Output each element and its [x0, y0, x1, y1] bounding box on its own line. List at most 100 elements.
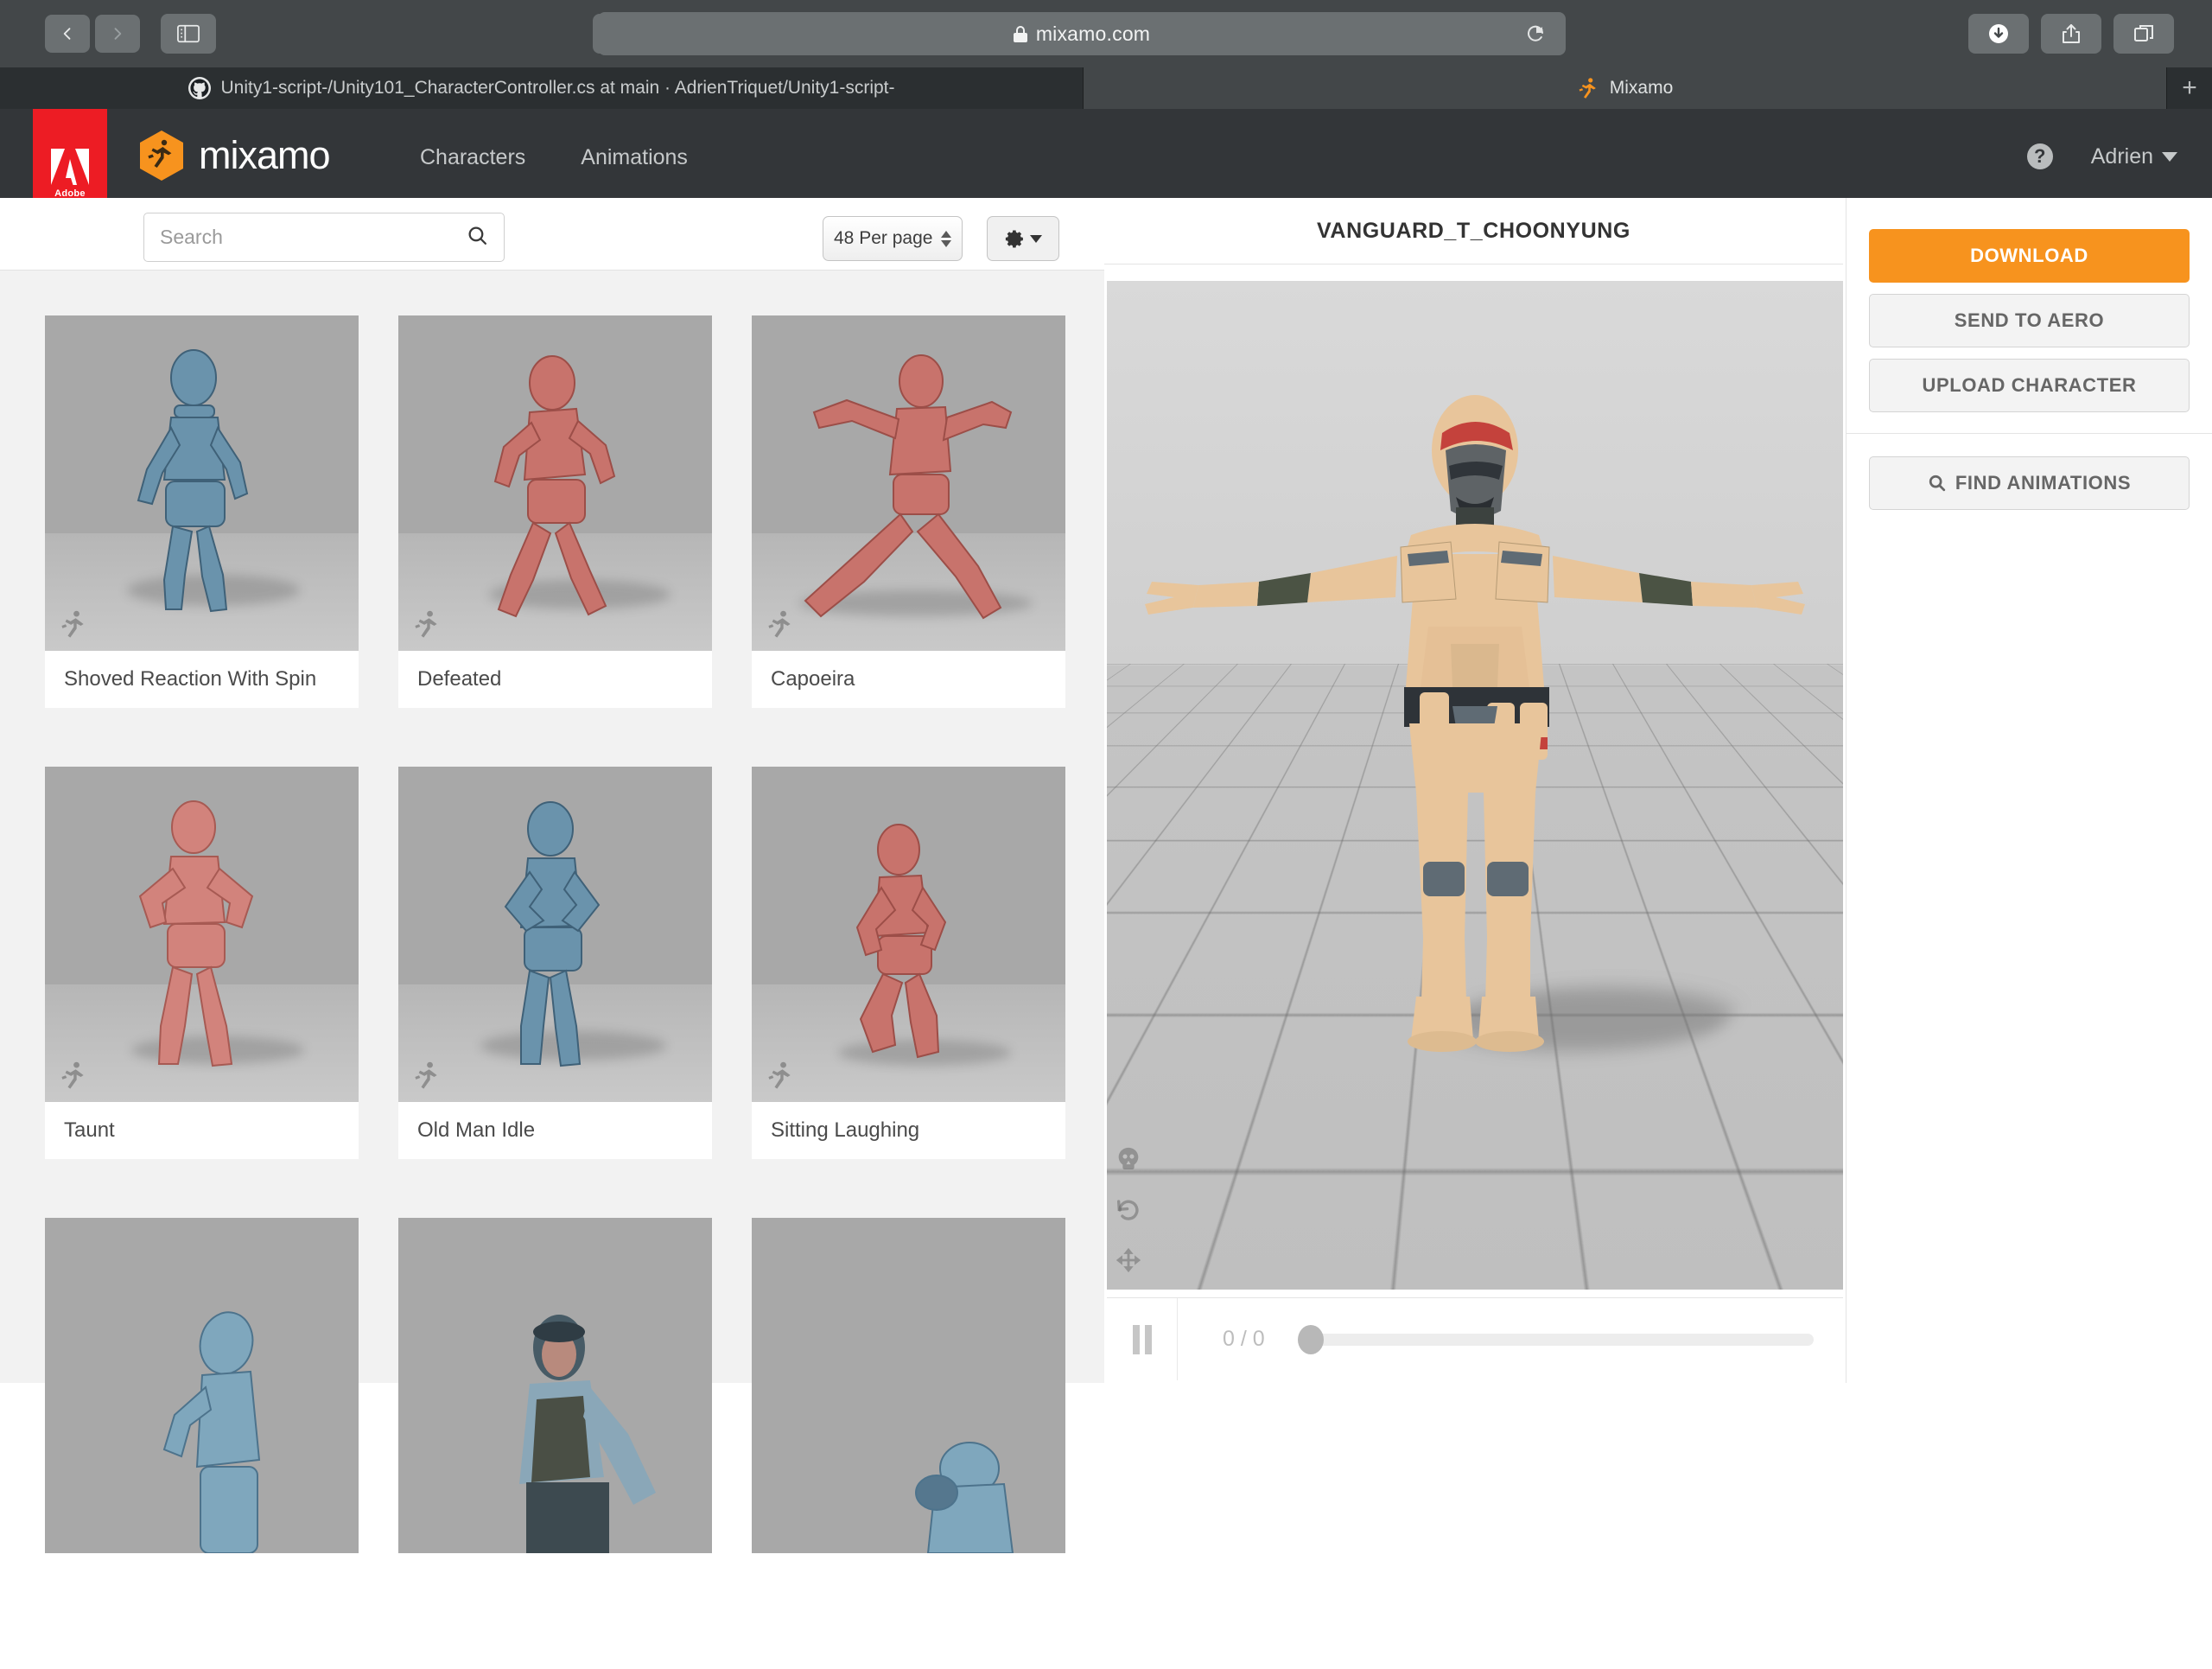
- pause-button[interactable]: [1107, 1298, 1178, 1380]
- help-icon[interactable]: ?: [2026, 143, 2053, 169]
- address-url: mixamo.com: [1035, 22, 1151, 45]
- mixamo-runner-icon: [1577, 77, 1599, 99]
- animation-thumbnail[interactable]: [398, 1218, 712, 1553]
- browser-tab-strip: Unity1-script-/Unity101_CharacterControl…: [0, 67, 2212, 109]
- browser-tab-mixamo[interactable]: Mixamo: [1084, 67, 2167, 109]
- new-tab-button[interactable]: +: [2167, 67, 2212, 109]
- playback-bar: 0 / 0: [1107, 1297, 1843, 1380]
- animation-card[interactable]: Capoeira: [752, 315, 1065, 708]
- share-icon[interactable]: [2041, 14, 2101, 54]
- animation-type-icon: [59, 1061, 88, 1090]
- animation-thumbnail[interactable]: [752, 315, 1065, 651]
- browser-tab-github[interactable]: Unity1-script-/Unity101_CharacterControl…: [0, 67, 1084, 109]
- back-button[interactable]: [45, 15, 90, 53]
- main-nav: Characters Animations: [420, 145, 688, 170]
- address-text-group: mixamo.com: [1013, 22, 1151, 46]
- animation-card[interactable]: Taunt: [45, 767, 359, 1159]
- timeline-track[interactable]: [1297, 1333, 1814, 1346]
- animation-thumbnail[interactable]: [752, 1218, 1065, 1553]
- character-actions-panel: DOWNLOAD SEND TO AERO UPLOAD CHARACTER F…: [1846, 198, 2212, 1383]
- character-model: [1145, 395, 1805, 1052]
- send-to-aero-button[interactable]: SEND TO AERO: [1869, 294, 2190, 347]
- mixamo-wordmark: mixamo: [199, 133, 331, 177]
- character-name-title: VANGUARD_T_CHOONYUNG: [1104, 198, 1843, 264]
- adobe-logo[interactable]: Adobe: [33, 109, 107, 206]
- user-menu[interactable]: Adrien: [2091, 144, 2177, 169]
- character-viewer: VANGUARD_T_CHOONYUNG 0 / 0 DOWNLOAD SEND…: [1104, 198, 2212, 1383]
- chevron-down-icon: [2162, 151, 2177, 162]
- chevron-down-icon: [1030, 234, 1042, 243]
- animation-type-icon: [412, 1061, 442, 1090]
- animation-thumbnail[interactable]: [45, 767, 359, 1102]
- actions-divider: [1847, 433, 2212, 434]
- animation-type-icon: [59, 609, 88, 639]
- per-page-select[interactable]: 48 Per page: [823, 216, 963, 261]
- animation-name: [398, 1553, 712, 1610]
- download-button[interactable]: DOWNLOAD: [1869, 229, 2190, 283]
- animation-thumbnail[interactable]: [45, 1218, 359, 1553]
- timeline-slider[interactable]: [1297, 1324, 1814, 1354]
- nav-button-group: [45, 15, 140, 53]
- downloads-icon[interactable]: [1968, 14, 2029, 54]
- animation-name: [752, 1553, 1065, 1610]
- address-bar[interactable]: mixamo.com: [598, 12, 1566, 55]
- skeleton-icon[interactable]: [1114, 1145, 1143, 1175]
- github-icon: [188, 77, 211, 99]
- animation-type-icon: [766, 1061, 795, 1090]
- animation-name: Shoved Reaction With Spin: [45, 651, 359, 708]
- nav-item-characters[interactable]: Characters: [420, 145, 525, 170]
- animation-name: Capoeira: [752, 651, 1065, 708]
- nav-item-animations[interactable]: Animations: [581, 145, 688, 170]
- animation-card[interactable]: Sitting Laughing: [752, 767, 1065, 1159]
- animation-name: Defeated: [398, 651, 712, 708]
- header-right-group: ? Adrien: [2026, 143, 2177, 169]
- find-animations-button[interactable]: FIND ANIMATIONS: [1869, 456, 2190, 510]
- per-page-label: 48 Per page: [834, 228, 933, 248]
- sidebar-toggle-icon[interactable]: [161, 14, 216, 54]
- animation-card[interactable]: [398, 1218, 712, 1610]
- browser-tab-title: Unity1-script-/Unity101_CharacterControl…: [220, 78, 895, 98]
- animation-type-icon: [766, 609, 795, 639]
- lock-icon: [1013, 25, 1027, 42]
- animation-type-icon: [412, 609, 442, 639]
- search-icon[interactable]: [467, 225, 488, 251]
- animation-card[interactable]: [45, 1218, 359, 1610]
- tab-overview-icon[interactable]: [2113, 14, 2174, 54]
- user-name: Adrien: [2090, 143, 2153, 169]
- search-box[interactable]: [143, 213, 505, 262]
- browser-toolbar: mixamo.com: [0, 0, 2212, 67]
- reset-rotate-icon[interactable]: [1114, 1195, 1143, 1225]
- mixamo-header: Adobe mixamo Characters Animations ? Adr…: [0, 109, 2212, 206]
- pan-move-icon[interactable]: [1114, 1245, 1143, 1275]
- search-icon: [1928, 474, 1947, 493]
- mixamo-logo[interactable]: mixamo: [138, 130, 331, 182]
- animation-card[interactable]: Shoved Reaction With Spin: [45, 315, 359, 708]
- browser-tab-title: Mixamo: [1609, 78, 1674, 98]
- animation-thumbnail[interactable]: [398, 315, 712, 651]
- animation-name: Old Man Idle: [398, 1102, 712, 1159]
- animation-thumbnail[interactable]: [752, 767, 1065, 1102]
- forward-button[interactable]: [95, 15, 140, 53]
- upload-character-button[interactable]: UPLOAD CHARACTER: [1869, 359, 2190, 412]
- frame-counter: 0 / 0: [1223, 1327, 1265, 1351]
- animation-card[interactable]: Old Man Idle: [398, 767, 712, 1159]
- animation-name: Sitting Laughing: [752, 1102, 1065, 1159]
- toolbar-right-group: [1968, 14, 2174, 54]
- animation-card[interactable]: [752, 1218, 1065, 1610]
- settings-gear-button[interactable]: [987, 216, 1059, 261]
- animation-card[interactable]: Defeated: [398, 315, 712, 708]
- find-animations-label: FIND ANIMATIONS: [1955, 472, 2132, 494]
- stepper-icon[interactable]: [941, 230, 951, 247]
- animation-name: [45, 1553, 359, 1610]
- 3d-viewport[interactable]: [1107, 281, 1843, 1290]
- timeline-knob[interactable]: [1297, 1324, 1324, 1354]
- animations-grid: Shoved Reaction With Spin Defeated Capoe…: [45, 315, 1082, 1669]
- reload-icon[interactable]: [1516, 20, 1555, 48]
- mixamo-hex-icon: [138, 130, 185, 182]
- viewport-controls: [1114, 1145, 1143, 1290]
- search-input[interactable]: [160, 226, 467, 249]
- animation-name: Taunt: [45, 1102, 359, 1159]
- animation-thumbnail[interactable]: [45, 315, 359, 651]
- animation-thumbnail[interactable]: [398, 767, 712, 1102]
- gear-icon: [1005, 230, 1023, 247]
